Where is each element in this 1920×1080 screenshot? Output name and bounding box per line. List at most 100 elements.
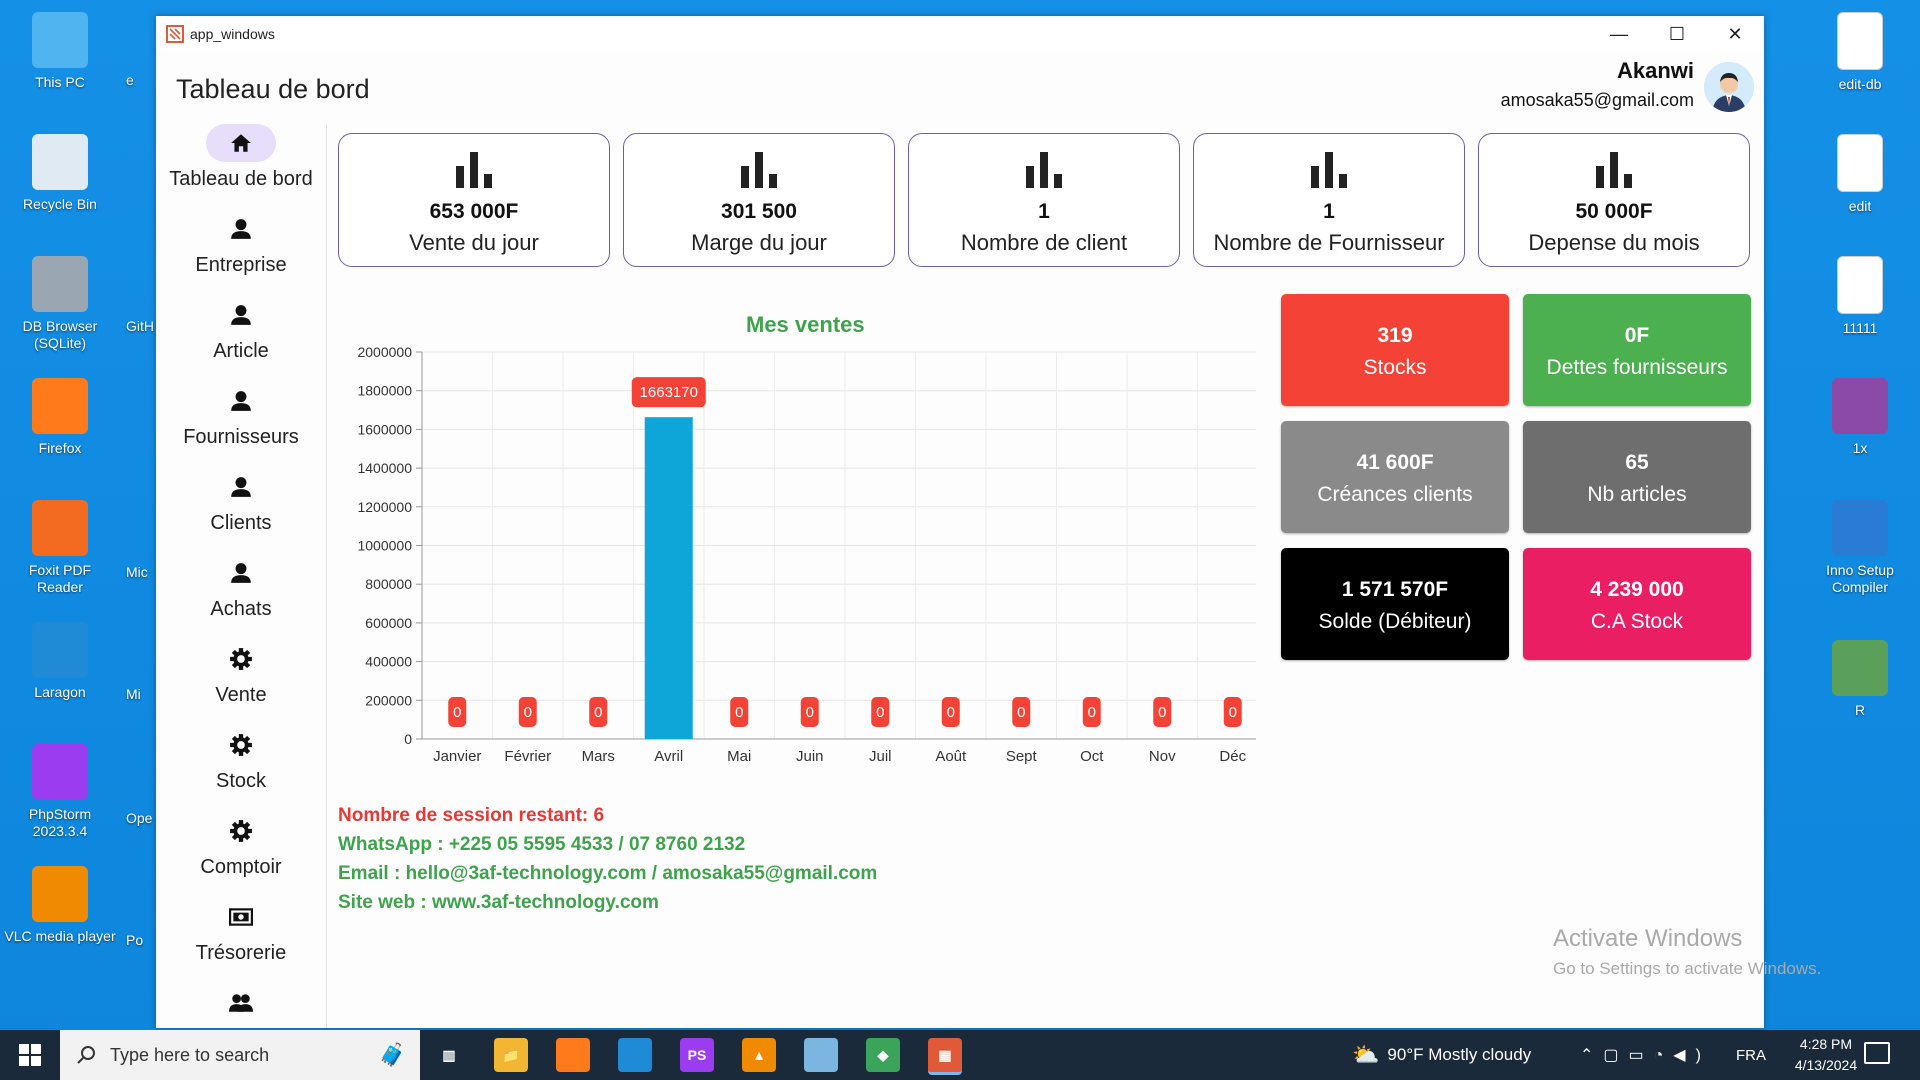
x-tick-label: Juin — [796, 748, 824, 765]
chart-bar[interactable] — [644, 417, 693, 739]
phpstorm-icon[interactable]: PS — [680, 1038, 714, 1072]
desktop-icon-label: 11111 — [1842, 320, 1878, 336]
taskbar: Type here to search 🧳 ⛅ 90°F Mostly clou… — [0, 1030, 1920, 1080]
monitor-icon — [32, 12, 88, 68]
activate-windows-subtitle: Go to Settings to activate Windows. — [1553, 959, 1822, 978]
x-tick-label: Janvier — [433, 748, 481, 765]
y-tick-label: 1800000 — [357, 383, 412, 399]
start-button[interactable] — [0, 1030, 60, 1080]
email-text: Email : hello@3af-technology.com / amosa… — [338, 863, 878, 884]
desktop-icon[interactable]: 1x — [1804, 378, 1916, 457]
maximize-button[interactable]: ☐ — [1648, 16, 1706, 52]
desktop-icon-label: Inno Setup Compiler — [1826, 562, 1894, 595]
desktop-icon-label: Recycle Bin — [23, 196, 97, 212]
desktop-icon[interactable]: Inno Setup Compiler — [1804, 500, 1916, 596]
desktop-icon[interactable]: Firefox — [4, 378, 116, 457]
data-label: 0 — [735, 704, 743, 721]
desktop-icon[interactable]: This PC — [4, 12, 116, 91]
tile-value: 65 — [1625, 451, 1649, 474]
app-windows-icon[interactable]: ▦ — [928, 1038, 962, 1075]
minimize-button[interactable]: — — [1590, 16, 1648, 52]
y-tick-label: 0 — [404, 731, 412, 747]
phpstorm-icon — [32, 744, 88, 800]
summary-tile[interactable]: 65 Nb articles — [1523, 421, 1751, 533]
x-tick-label: Juil — [869, 748, 892, 765]
x-tick-label: Avril — [654, 748, 683, 765]
taskbar-search-box[interactable]: Type here to search 🧳 — [60, 1030, 420, 1080]
avatar[interactable] — [1704, 62, 1754, 112]
close-button[interactable]: ✕ — [1706, 16, 1764, 52]
tile-value: 41 600F — [1356, 451, 1434, 474]
user-name: Akanwi — [1616, 58, 1694, 83]
y-tick-label: 200000 — [365, 692, 412, 708]
system-tray-icons[interactable]: ⌃▢▭◔◀) — [1580, 1030, 1711, 1080]
desktop-icon[interactable]: Laragon — [4, 622, 116, 701]
tile-label: Stocks — [1363, 356, 1427, 379]
x-tick-label: Sept — [1006, 748, 1038, 765]
elephant-icon — [32, 622, 88, 678]
search-highlight-icon: 🧳 — [378, 1042, 406, 1067]
summary-tile[interactable]: 41 600F Créances clients — [1281, 421, 1509, 533]
language-indicator[interactable]: FRA — [1736, 1030, 1766, 1080]
desktop-icon-label: edit-db — [1838, 76, 1882, 92]
clock[interactable]: 4:28 PM 4/13/2024 — [1780, 1034, 1872, 1076]
firefox-icon[interactable] — [556, 1038, 590, 1072]
data-label: 0 — [594, 704, 602, 721]
data-label: 0 — [453, 704, 461, 721]
document-icon — [1837, 134, 1883, 192]
desktop-icon-label-partial: Ope — [126, 810, 153, 826]
user-avatar-icon — [1704, 62, 1754, 112]
kpi-value: 50 000F — [1575, 200, 1653, 223]
desktop-icon-label: DB Browser (SQLite) — [22, 318, 98, 351]
desktop-icon-label-partial: GitH — [126, 318, 154, 334]
desktop-icon-label: edit — [1848, 198, 1872, 214]
sidebar-item-more[interactable] — [156, 984, 326, 1028]
desktop-icon[interactable]: Foxit PDF Reader — [4, 500, 116, 596]
summary-tile[interactable]: 1 571 570F Solde (Débiteur) — [1281, 548, 1509, 660]
group-icon — [206, 984, 276, 1022]
notification-center-icon[interactable] — [1864, 1042, 1890, 1064]
desktop-icon[interactable]: 11111 — [1804, 256, 1916, 337]
desktop-icon[interactable]: R — [1804, 640, 1916, 719]
desktop-icon[interactable]: edit-db — [1804, 12, 1916, 93]
desktop-icon[interactable]: Recycle Bin — [4, 134, 116, 213]
desktop-icon[interactable]: edit — [1804, 134, 1916, 215]
sidebar-item-comptoir[interactable]: Comptoir — [156, 812, 326, 879]
vlc-cone-icon — [32, 866, 88, 922]
weather-widget[interactable]: ⛅ 90°F Mostly cloudy — [1352, 1030, 1531, 1080]
desktop-icon-label: 1x — [1852, 440, 1868, 456]
firefox-icon — [32, 378, 88, 434]
desktop-icon-label: Laragon — [34, 684, 86, 700]
x-tick-label: Oct — [1080, 748, 1104, 765]
summary-tile[interactable]: 319 Stocks — [1281, 294, 1509, 406]
summary-tile[interactable]: 4 239 000 C.A Stock — [1523, 548, 1751, 660]
vscode-icon[interactable] — [618, 1038, 652, 1072]
search-placeholder: Type here to search — [110, 1044, 270, 1065]
desktop-icon[interactable]: PhpStorm 2023.3.4 — [4, 744, 116, 840]
recycle-bin-icon — [32, 134, 88, 190]
desktop-icon[interactable]: VLC media player — [4, 866, 116, 945]
sidebar-item-label: Trésorerie — [195, 942, 287, 964]
task-view-icon[interactable]: ▥ — [432, 1038, 466, 1072]
desktop-icon-label-partial: Mic — [126, 564, 148, 580]
kpi-card[interactable]: 50 000F Depense du mois — [1478, 133, 1750, 267]
desktop-icon[interactable]: DB Browser (SQLite) — [4, 256, 116, 352]
tile-value: 4 239 000 — [1590, 578, 1684, 601]
whatsapp-text: WhatsApp : +225 05 5595 4533 / 07 8760 2… — [338, 834, 746, 855]
bar-chart-icon — [1479, 148, 1749, 192]
git-icon[interactable]: ◆ — [866, 1038, 900, 1072]
desktop-icon-label-partial: Mi — [126, 686, 141, 702]
x-tick-label: Mars — [582, 748, 615, 765]
x-tick-label: Février — [504, 748, 551, 765]
data-label: 0 — [1229, 704, 1237, 721]
vlc-icon[interactable]: ▲ — [742, 1038, 776, 1072]
sidebar-item-trésorerie[interactable]: Trésorerie — [156, 898, 326, 965]
notepad-icon[interactable] — [804, 1038, 838, 1072]
winrar-icon — [1832, 378, 1888, 434]
tile-label: Dettes fournisseurs — [1546, 356, 1728, 379]
summary-tile[interactable]: 0F Dettes fournisseurs — [1523, 294, 1751, 406]
tile-label: Créances clients — [1317, 483, 1473, 506]
desktop-icon-label: Foxit PDF Reader — [28, 562, 92, 595]
y-tick-label: 400000 — [365, 654, 412, 670]
file-explorer-icon[interactable]: 📁 — [494, 1038, 528, 1072]
